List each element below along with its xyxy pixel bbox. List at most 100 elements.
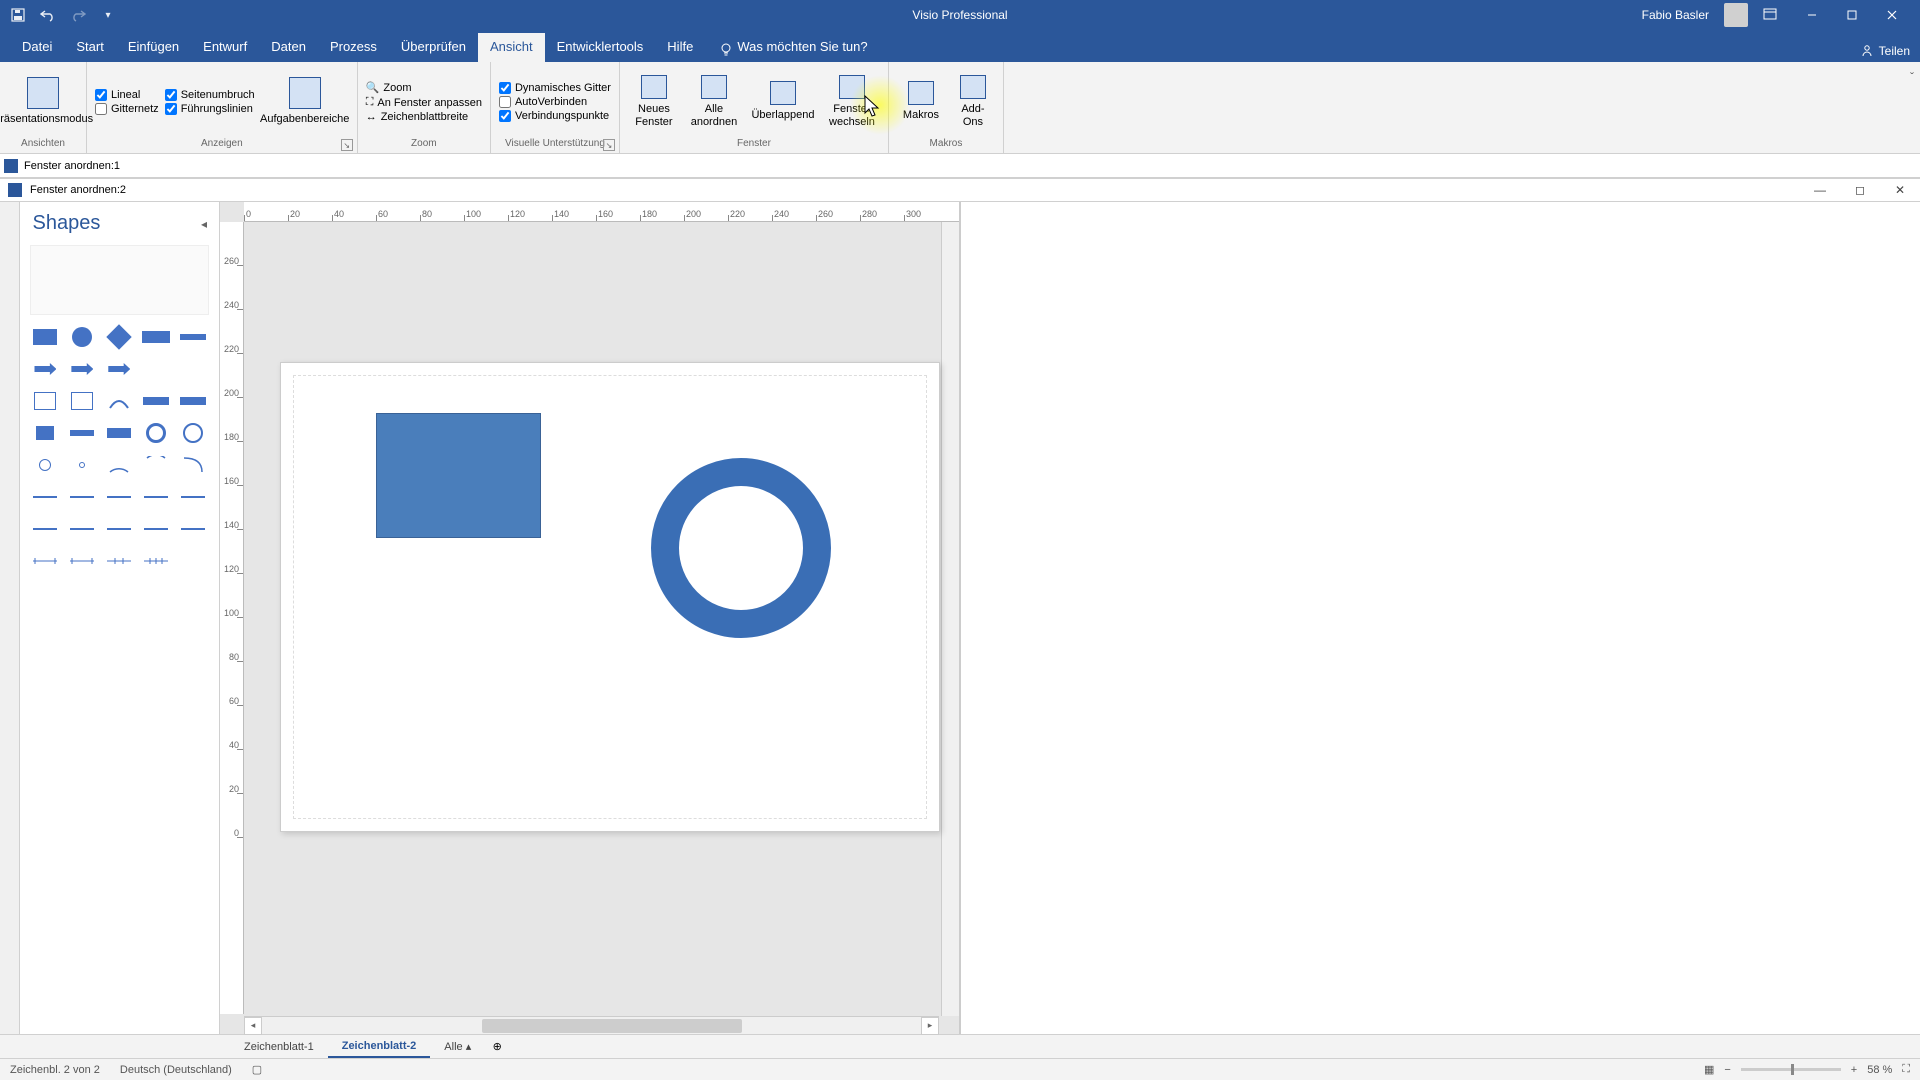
- shape-dim-4[interactable]: [141, 549, 171, 573]
- save-icon[interactable]: [8, 5, 28, 25]
- tab-ansicht[interactable]: Ansicht: [478, 33, 545, 62]
- collapse-ribbon-icon[interactable]: ˇ: [1910, 70, 1914, 84]
- tab-entwicklertools[interactable]: Entwicklertools: [545, 33, 656, 62]
- shape-donut[interactable]: [141, 421, 171, 445]
- sheet-tab-1[interactable]: Zeichenblatt-1: [230, 1037, 328, 1057]
- shape-item[interactable]: [141, 357, 171, 381]
- collapse-shapes-icon[interactable]: ◂: [201, 217, 207, 231]
- shape-line-2[interactable]: [67, 485, 97, 509]
- tab-prozess[interactable]: Prozess: [318, 33, 389, 62]
- scrollbar-vertical[interactable]: [941, 222, 959, 1016]
- scroll-right-icon[interactable]: ▸: [921, 1017, 939, 1035]
- scroll-left-icon[interactable]: ◂: [244, 1017, 262, 1035]
- language-status[interactable]: Deutsch (Deutschland): [120, 1064, 232, 1076]
- shape-dot[interactable]: [30, 453, 60, 477]
- shape-line-4[interactable]: [141, 485, 171, 509]
- visuell-launcher[interactable]: ↘: [603, 139, 615, 151]
- shape-arc-2[interactable]: [141, 453, 171, 477]
- donut-shape[interactable]: [651, 458, 831, 638]
- shape-diamond[interactable]: [104, 325, 134, 349]
- tab-start[interactable]: Start: [64, 33, 115, 62]
- shape-small-dot[interactable]: [67, 453, 97, 477]
- shape-arrow-2[interactable]: [67, 357, 97, 381]
- view-normal-icon[interactable]: ▦: [1704, 1063, 1714, 1076]
- seitenumbruch-checkbox[interactable]: Seitenumbruch: [165, 89, 255, 101]
- maximize-button[interactable]: [1832, 0, 1872, 30]
- avatar[interactable]: [1724, 3, 1748, 27]
- shape-line-3[interactable]: [104, 485, 134, 509]
- lineal-checkbox[interactable]: Lineal: [95, 89, 159, 101]
- shape-line-6[interactable]: [30, 517, 60, 541]
- shape-arrow-3[interactable]: [104, 357, 134, 381]
- shape-box-2[interactable]: [67, 389, 97, 413]
- shape-box-1[interactable]: [30, 389, 60, 413]
- shape-connector-2[interactable]: [178, 389, 208, 413]
- zoom-button[interactable]: 🔍Zoom: [366, 81, 482, 94]
- close-button[interactable]: [1872, 0, 1912, 30]
- shape-line-9[interactable]: [141, 517, 171, 541]
- subwindow-close[interactable]: ✕: [1880, 178, 1920, 202]
- praesentationsmodus-button[interactable]: Präsentationsmodus: [8, 66, 78, 138]
- sheet-tab-2[interactable]: Zeichenblatt-2: [328, 1036, 431, 1058]
- shape-line-10[interactable]: [178, 517, 208, 541]
- shape-rectangle[interactable]: [30, 325, 60, 349]
- tab-einfuegen[interactable]: Einfügen: [116, 33, 191, 62]
- dynamic-grid-checkbox[interactable]: Dynamisches Gitter: [499, 82, 611, 94]
- fit-page-icon[interactable]: ⛶: [1902, 1063, 1910, 1076]
- scrollbar-horizontal[interactable]: ◂ ▸: [244, 1016, 939, 1034]
- tell-me-search[interactable]: Was möchten Sie tun?: [733, 33, 879, 62]
- addons-button[interactable]: Add-Ons: [951, 66, 995, 138]
- shape-arc[interactable]: [104, 453, 134, 477]
- ueberlappend-button[interactable]: Überlappend: [748, 66, 818, 138]
- subwindow-maximize[interactable]: ◻: [1840, 178, 1880, 202]
- undo-icon[interactable]: [38, 5, 58, 25]
- shape-arrow[interactable]: [30, 357, 60, 381]
- shapes-search-area[interactable]: [30, 245, 209, 315]
- fenster-wechseln-button[interactable]: Fenster wechseln: [824, 66, 880, 138]
- connection-points-checkbox[interactable]: Verbindungspunkte: [499, 110, 611, 122]
- add-sheet-button[interactable]: ⊕: [485, 1040, 509, 1053]
- redo-icon[interactable]: [68, 5, 88, 25]
- shape-curve[interactable]: [104, 389, 134, 413]
- aufgabenbereiche-button[interactable]: Aufgabenbereiche: [261, 66, 349, 138]
- tab-datei[interactable]: Datei: [10, 33, 64, 62]
- macro-record-icon[interactable]: ▢: [252, 1063, 262, 1076]
- anzeigen-launcher[interactable]: ↘: [341, 139, 353, 151]
- shape-wide-rect[interactable]: [141, 325, 171, 349]
- zoom-in-icon[interactable]: +: [1851, 1064, 1857, 1076]
- rectangle-shape[interactable]: [376, 413, 541, 538]
- zoom-out-icon[interactable]: −: [1724, 1064, 1730, 1076]
- autoconnect-checkbox[interactable]: AutoVerbinden: [499, 96, 611, 108]
- shape-item[interactable]: [178, 357, 208, 381]
- shape-line-8[interactable]: [104, 517, 134, 541]
- page-width-button[interactable]: ↔Zeichenblattbreite: [366, 111, 482, 123]
- shape-circle[interactable]: [67, 325, 97, 349]
- shape-line-1[interactable]: [30, 485, 60, 509]
- gitternetz-checkbox[interactable]: Gitternetz: [95, 103, 159, 115]
- shape-dim-2[interactable]: [67, 549, 97, 573]
- tab-daten[interactable]: Daten: [259, 33, 318, 62]
- shape-dim-3[interactable]: [104, 549, 134, 573]
- shape-line-5[interactable]: [178, 485, 208, 509]
- shape-square[interactable]: [30, 421, 60, 445]
- neues-fenster-button[interactable]: Neues Fenster: [628, 66, 680, 138]
- shape-dim-1[interactable]: [30, 549, 60, 573]
- ribbon-display-icon[interactable]: [1763, 8, 1777, 22]
- alle-anordnen-button[interactable]: Alle anordnen: [686, 66, 742, 138]
- sheet-tab-alle[interactable]: Alle ▴: [430, 1036, 485, 1057]
- zoom-slider[interactable]: [1741, 1068, 1841, 1071]
- minimize-button[interactable]: [1792, 0, 1832, 30]
- drawing-page[interactable]: [280, 362, 940, 832]
- scroll-thumb[interactable]: [482, 1019, 742, 1033]
- shape-arc-3[interactable]: [178, 453, 208, 477]
- shape-target[interactable]: [178, 421, 208, 445]
- tab-hilfe[interactable]: Hilfe: [655, 33, 705, 62]
- fuehrungslinien-checkbox[interactable]: Führungslinien: [165, 103, 255, 115]
- shape-bar[interactable]: [178, 325, 208, 349]
- zoom-value[interactable]: 58 %: [1867, 1064, 1892, 1076]
- subwindow-minimize[interactable]: —: [1800, 178, 1840, 202]
- tab-ueberpruefen[interactable]: Überprüfen: [389, 33, 478, 62]
- makros-button[interactable]: Makros: [897, 66, 945, 138]
- shape-connector[interactable]: [141, 389, 171, 413]
- qat-customize-icon[interactable]: ▾: [98, 5, 118, 25]
